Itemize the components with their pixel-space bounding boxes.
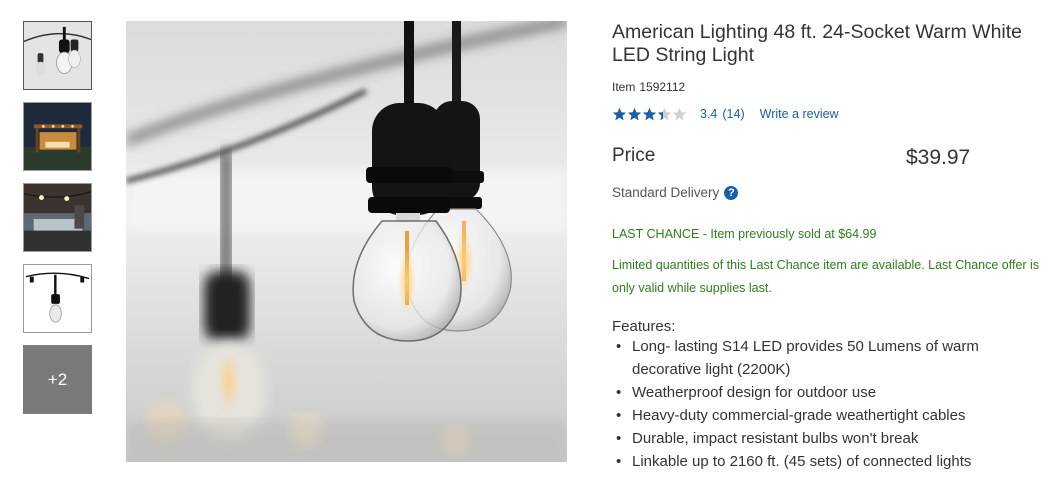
item-number-row: Item 1592112 — [612, 80, 1048, 94]
help-question-icon[interactable]: ? — [724, 185, 739, 200]
product-details: American Lighting 48 ft. 24-Socket Warm … — [612, 21, 1048, 473]
item-label: Item — [612, 80, 636, 94]
price-row: Price $39.97 — [612, 145, 1048, 175]
rating-row: 3.4 (14) Write a review — [612, 105, 1048, 123]
feature-item: Durable, impact resistant bulbs won't br… — [616, 427, 1048, 450]
features-section: Features: Long- lasting S14 LED provides… — [612, 318, 1048, 473]
thumbnail-image — [24, 22, 91, 89]
rating-value[interactable]: 3.4 — [700, 107, 717, 121]
limited-quantities-notice: Limited quantities of this Last Chance i… — [612, 258, 1040, 295]
thumbnail-strip: +2 — [23, 21, 92, 426]
review-count[interactable]: (14) — [722, 107, 744, 121]
thumbnail-bulb-closeup[interactable] — [23, 21, 92, 90]
feature-item: Long- lasting S14 LED provides 50 Lumens… — [616, 335, 1048, 381]
write-review-link[interactable]: Write a review — [760, 107, 839, 121]
thumbnail-image — [24, 103, 91, 170]
thumbnail-image — [24, 265, 91, 332]
star-icon — [627, 107, 642, 120]
features-list: Long- lasting S14 LED provides 50 Lumens… — [616, 335, 1048, 473]
main-product-image[interactable] — [126, 21, 567, 462]
features-title: Features: — [612, 318, 676, 335]
string-light-photo — [126, 21, 567, 462]
thumbnail-product-cutout[interactable] — [23, 264, 92, 333]
delivery-row: Standard Delivery ? — [612, 185, 1048, 200]
feature-item: Heavy-duty commercial-grade weathertight… — [616, 404, 1048, 427]
thumbnail-pergola-night[interactable] — [23, 102, 92, 171]
star-rating[interactable] — [612, 107, 687, 122]
item-number: 1592112 — [639, 80, 686, 94]
last-chance-notice: LAST CHANCE - Item previously sold at $6… — [612, 227, 877, 241]
star-icon — [612, 107, 627, 120]
product-title: American Lighting 48 ft. 24-Socket Warm … — [612, 21, 1023, 66]
more-images-count: +2 — [47, 369, 68, 389]
feature-item: Linkable up to 2160 ft. (45 sets) of con… — [616, 450, 1048, 473]
star-icon — [672, 107, 687, 120]
price-value: $39.97 — [906, 146, 971, 169]
thumbnail-image — [24, 184, 91, 251]
delivery-label: Standard Delivery — [612, 185, 720, 200]
star-icon — [657, 107, 672, 120]
thumbnail-patio-table[interactable] — [23, 183, 92, 252]
more-images-button[interactable]: +2 — [23, 345, 92, 414]
price-label: Price — [612, 145, 656, 166]
star-icon — [642, 107, 657, 120]
feature-item: Weatherproof design for outdoor use — [616, 381, 1048, 404]
